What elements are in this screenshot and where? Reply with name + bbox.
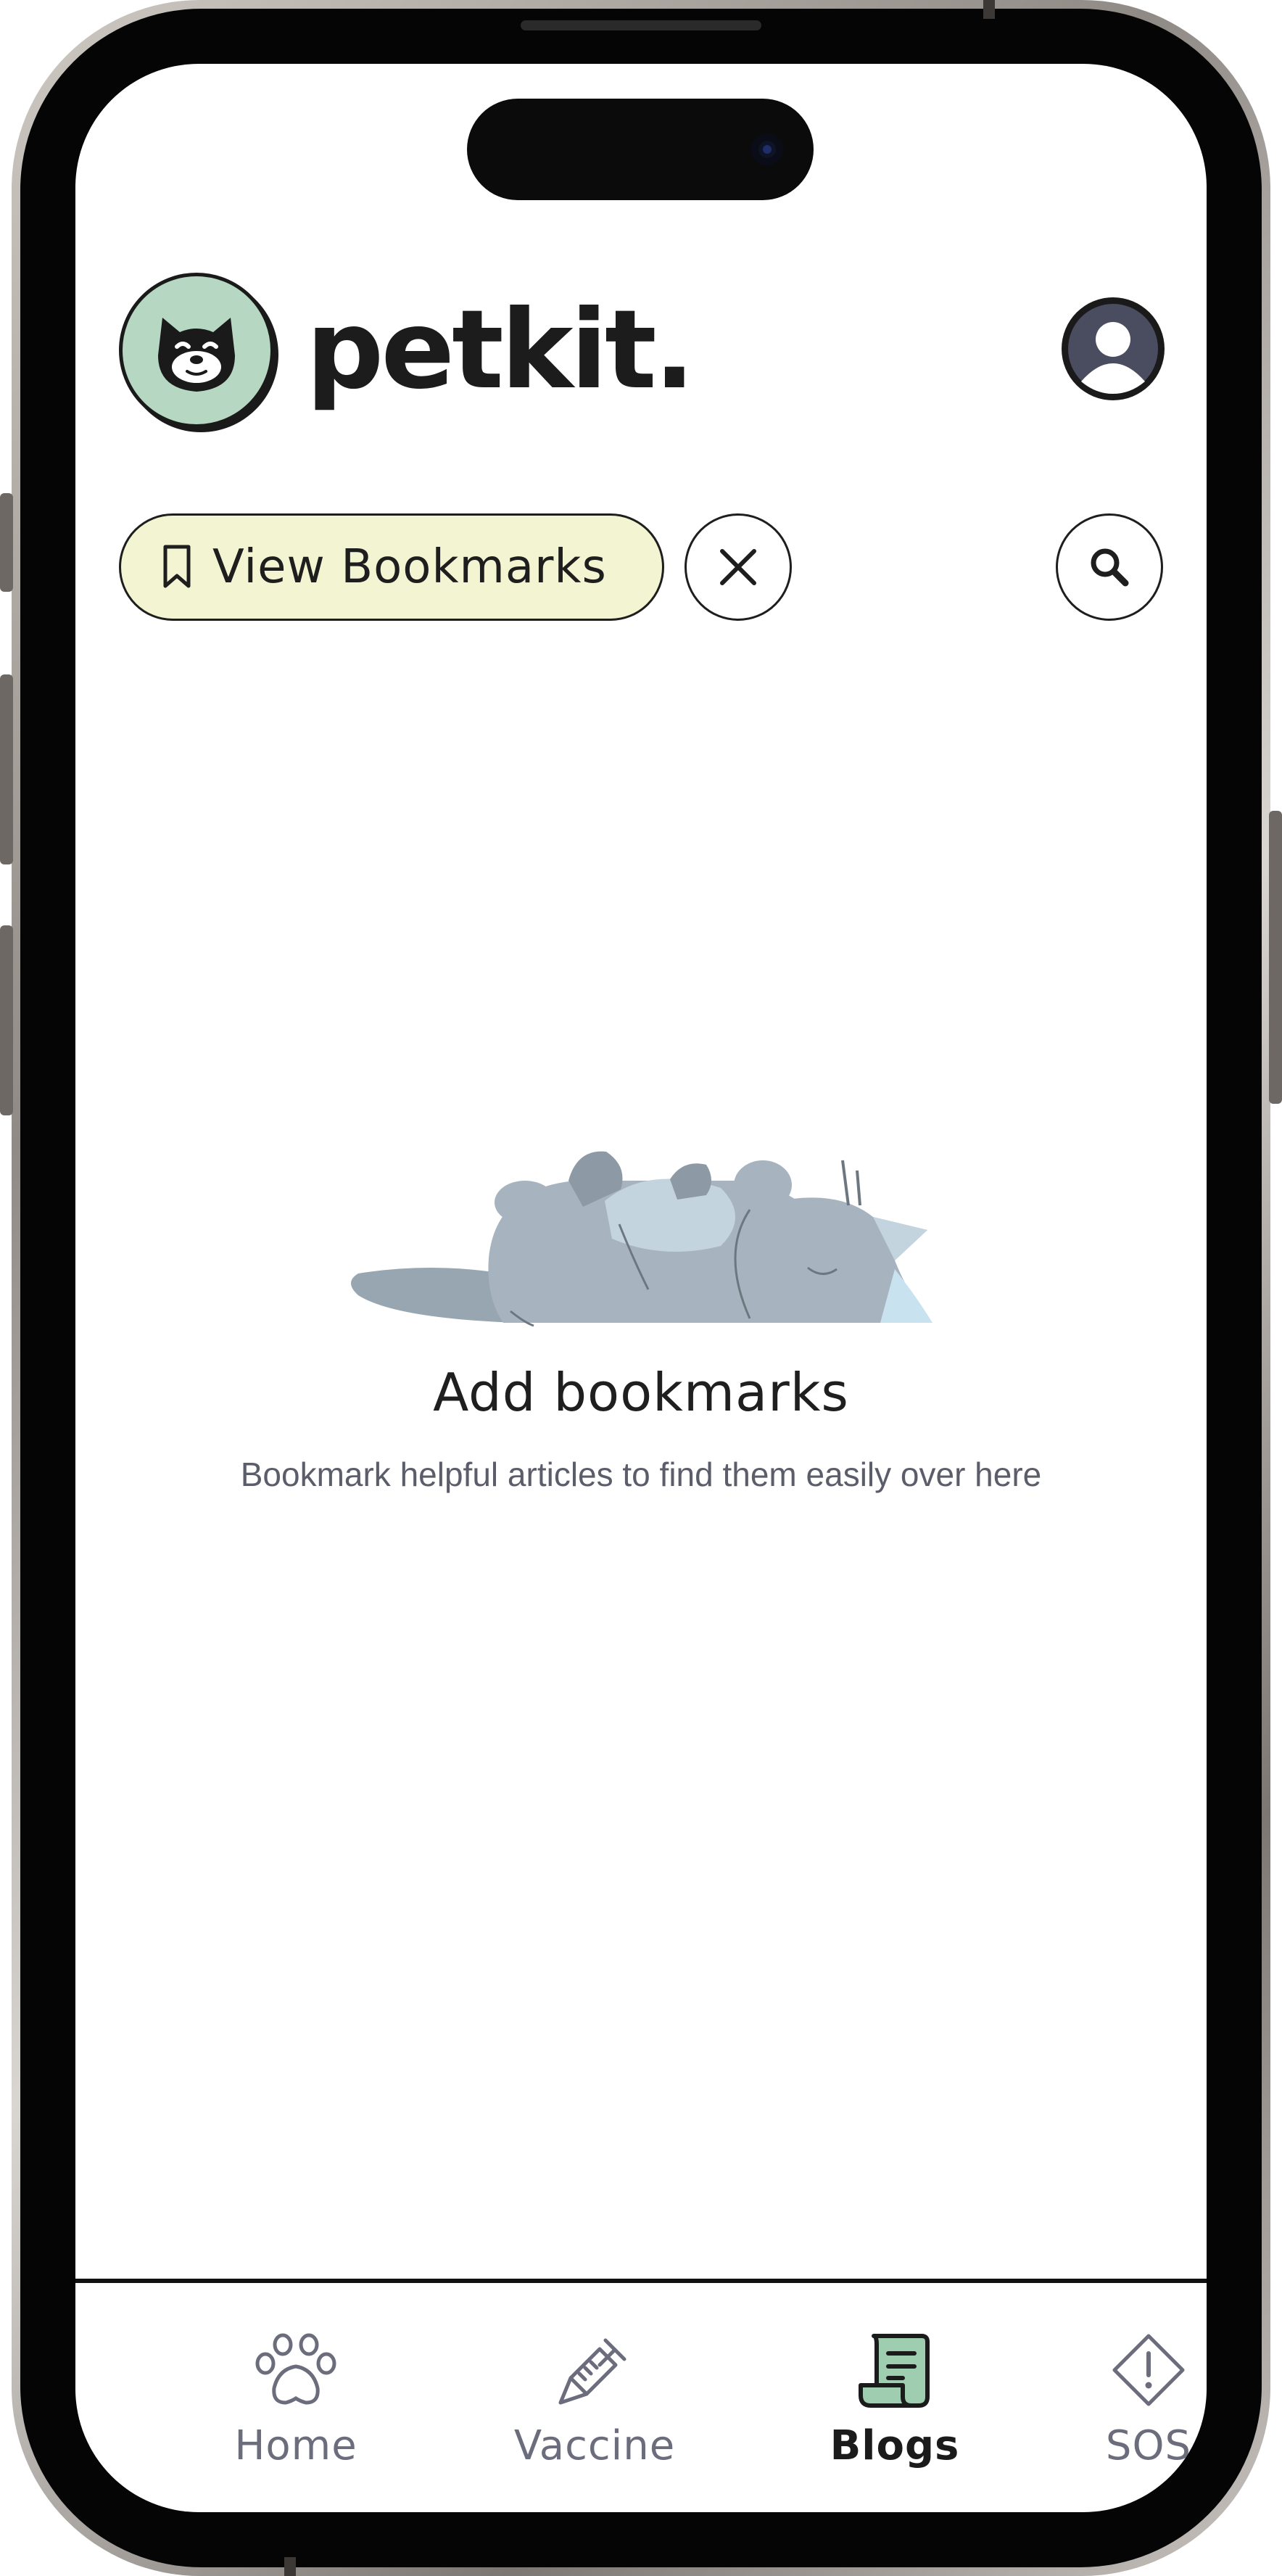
- front-camera: [751, 133, 783, 165]
- nav-label-home: Home: [234, 2422, 357, 2469]
- dynamic-island: [467, 99, 814, 200]
- nav-label-sos: SOS: [1105, 2422, 1192, 2469]
- antenna-band: [284, 2557, 296, 2576]
- empty-state-subtitle: Bookmark helpful articles to find them e…: [240, 1456, 1042, 1493]
- alert-diamond-icon: [1105, 2327, 1192, 2414]
- cat-face-icon: [119, 273, 274, 428]
- volume-up-button: [0, 674, 13, 864]
- action-button: [0, 493, 13, 592]
- view-bookmarks-chip[interactable]: View Bookmarks: [119, 513, 664, 621]
- brand-name: petkit.: [306, 287, 695, 413]
- nav-item-sos[interactable]: SOS: [1018, 2283, 1207, 2472]
- volume-down-button: [0, 925, 13, 1115]
- nav-item-vaccine[interactable]: Vaccine: [464, 2283, 725, 2472]
- sleeping-cat-illustration: [351, 1151, 932, 1327]
- nav-item-home[interactable]: Home: [165, 2283, 426, 2472]
- user-circle-icon: [1068, 304, 1158, 394]
- close-icon: [720, 549, 756, 585]
- nav-item-blogs[interactable]: Blogs: [764, 2283, 1025, 2472]
- power-button: [1269, 811, 1282, 1104]
- brand-logo[interactable]: petkit.: [119, 273, 695, 428]
- nav-label-vaccine: Vaccine: [513, 2422, 676, 2469]
- paw-icon: [252, 2327, 339, 2414]
- profile-button[interactable]: [1062, 297, 1165, 400]
- empty-state-title: Add bookmarks: [433, 1362, 849, 1423]
- antenna-band: [983, 0, 995, 19]
- view-bookmarks-label: View Bookmarks: [212, 540, 607, 594]
- scroll-icon: [851, 2327, 938, 2414]
- clear-filter-button[interactable]: [685, 513, 792, 621]
- bookmark-icon: [163, 545, 191, 588]
- earpiece-speaker: [521, 20, 761, 30]
- app-screen: petkit. View Bookmarks Add bookmarks Boo…: [75, 64, 1207, 2512]
- syringe-icon: [551, 2327, 638, 2414]
- search-button[interactable]: [1056, 513, 1163, 621]
- nav-label-blogs: Blogs: [830, 2422, 960, 2469]
- bottom-navigation: Home Vaccine Blogs SOS: [75, 2283, 1207, 2512]
- search-icon: [1091, 548, 1129, 587]
